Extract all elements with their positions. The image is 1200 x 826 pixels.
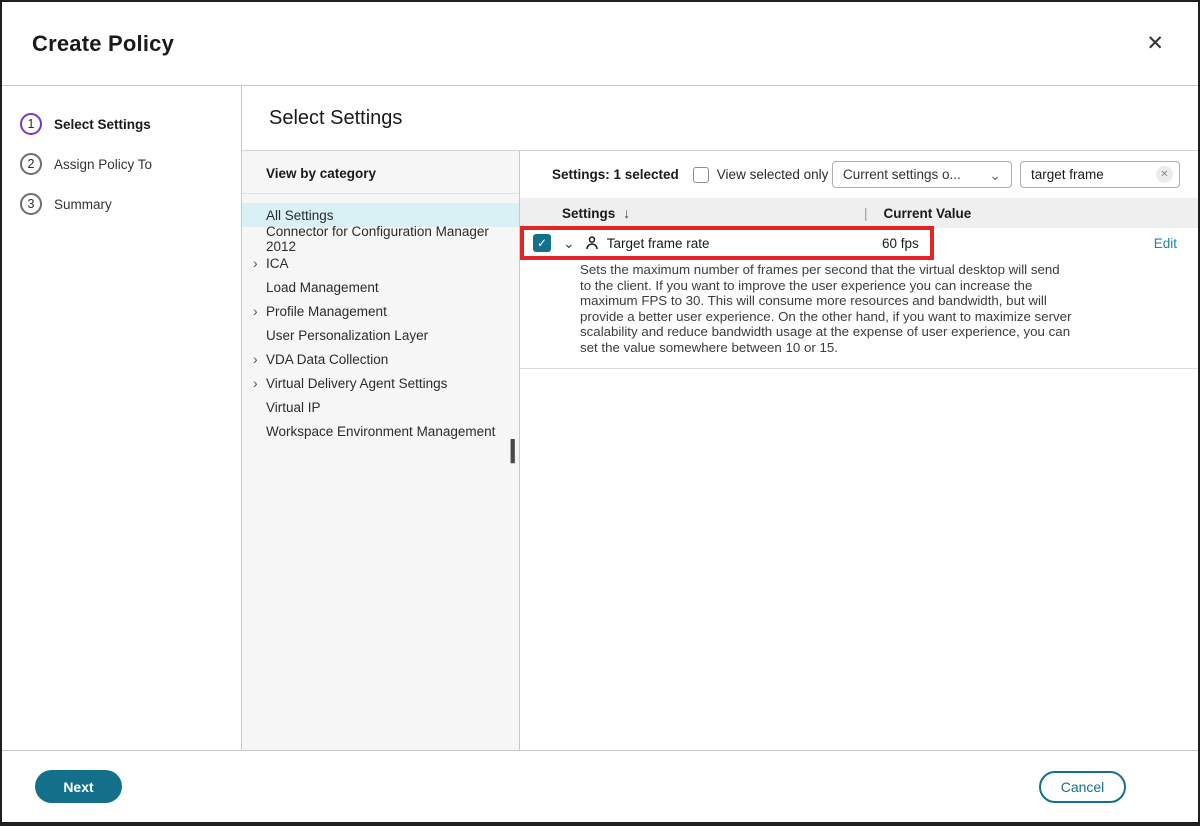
table-row-target-frame-rate[interactable]: ✓ ⌄ Target frame rate 60 fps Edit [520, 226, 1198, 260]
page-title: Select Settings [269, 106, 403, 129]
settings-panel: Settings: 1 selected View selected only … [520, 151, 1198, 750]
dialog-footer: Next Cancel [2, 750, 1198, 822]
column-separator: | [864, 205, 868, 221]
row-checkbox-checked[interactable]: ✓ [533, 234, 551, 252]
setting-description: Sets the maximum number of frames per se… [520, 258, 1198, 369]
search-input[interactable] [1031, 167, 1141, 182]
highlight-annotation [520, 226, 934, 260]
category-item-connector-for-configuration-manager-2012[interactable]: Connector for Configuration Manager 2012 [242, 224, 519, 254]
user-setting-icon [585, 236, 599, 250]
category-item-user-personalization-layer[interactable]: User Personalization Layer [242, 323, 519, 347]
create-policy-dialog: Create Policy ✕ 1 Select Settings 2 Assi… [0, 0, 1200, 826]
settings-search-box: ✕ [1020, 161, 1180, 188]
category-panel-header: View by category [242, 151, 519, 194]
category-label: VDA Data Collection [266, 351, 389, 367]
dialog-titlebar: Create Policy ✕ [2, 2, 1198, 86]
step-select-settings[interactable]: 1 Select Settings [2, 112, 241, 136]
category-label: User Personalization Layer [266, 327, 429, 343]
settings-table-header: Settings ↓ | Current Value [520, 198, 1198, 228]
settings-filter-dropdown[interactable]: Current settings o... ⌄ [832, 161, 1012, 188]
chevron-right-icon: › [253, 351, 258, 367]
category-label: Load Management [266, 279, 379, 295]
category-item-load-management[interactable]: Load Management [242, 275, 519, 299]
category-item-profile-management[interactable]: › Profile Management [242, 299, 519, 323]
step-summary[interactable]: 3 Summary [2, 192, 241, 216]
chevron-right-icon: › [253, 303, 258, 319]
view-selected-only-label: View selected only [716, 167, 829, 182]
category-label: Virtual IP [266, 399, 321, 415]
setting-name: Target frame rate [606, 235, 710, 251]
category-item-vda-data-collection[interactable]: › VDA Data Collection [242, 347, 519, 371]
clear-search-icon[interactable]: ✕ [1156, 166, 1173, 183]
step-label: Select Settings [54, 116, 151, 132]
content-heading-bar: Select Settings [242, 86, 1198, 150]
category-label: Profile Management [266, 303, 387, 319]
category-item-virtual-ip[interactable]: Virtual IP [242, 395, 519, 419]
step-number-badge: 1 [20, 113, 42, 135]
step-label: Assign Policy To [54, 156, 153, 172]
edit-link[interactable]: Edit [1154, 236, 1177, 251]
panel-resize-handle[interactable]: ▪ ▪ ▪ ▪ ▪ ▪ [509, 435, 516, 466]
category-item-workspace-environment-management[interactable]: Workspace Environment Management [242, 419, 519, 443]
selected-count-label: Settings: 1 selected [552, 167, 679, 182]
close-icon[interactable]: ✕ [1142, 29, 1168, 58]
category-item-ica[interactable]: › ICA [242, 251, 519, 275]
next-button[interactable]: Next [35, 770, 122, 803]
step-assign-policy-to[interactable]: 2 Assign Policy To [2, 152, 241, 176]
category-label: All Settings [266, 207, 334, 223]
step-label: Summary [54, 196, 112, 212]
category-label: ICA [266, 255, 289, 271]
column-header-current-value: Current Value [883, 205, 972, 221]
category-item-virtual-delivery-agent-settings[interactable]: › Virtual Delivery Agent Settings [242, 371, 519, 395]
view-selected-only-checkbox[interactable] [692, 166, 709, 183]
setting-current-value: 60 fps [882, 235, 919, 251]
sort-descending-icon[interactable]: ↓ [623, 205, 630, 221]
category-label: Workspace Environment Management [266, 423, 496, 439]
step-number-badge: 2 [20, 153, 42, 175]
dialog-title: Create Policy [32, 30, 175, 56]
column-header-settings: Settings [562, 205, 616, 221]
category-label: Connector for Configuration Manager 2012 [266, 224, 489, 254]
chevron-right-icon: › [253, 255, 258, 271]
step-number-badge: 3 [20, 193, 42, 215]
cancel-button[interactable]: Cancel [1039, 770, 1126, 803]
wizard-stepper: 1 Select Settings 2 Assign Policy To 3 S… [2, 86, 242, 750]
check-icon: ✓ [536, 236, 548, 250]
category-list: All Settings Connector for Configuration… [242, 194, 519, 443]
settings-filter-bar: Settings: 1 selected View selected only … [520, 151, 1198, 198]
category-label: Virtual Delivery Agent Settings [266, 375, 448, 391]
chevron-right-icon: › [253, 375, 258, 391]
dropdown-selected-value: Current settings o... [843, 167, 961, 182]
category-panel: View by category All Settings Connector … [242, 151, 520, 750]
